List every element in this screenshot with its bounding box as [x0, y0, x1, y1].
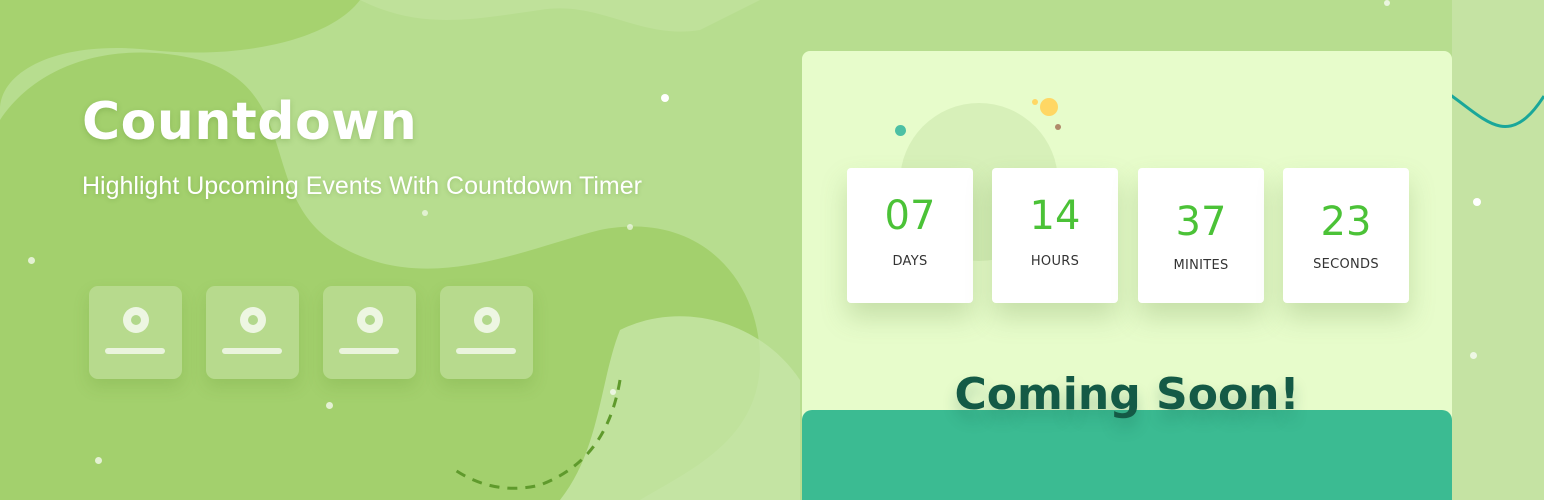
timer-days: 07 DAYS — [847, 168, 973, 303]
placeholder-line — [105, 348, 165, 354]
placeholder-box — [206, 286, 299, 379]
decor-dot — [1473, 198, 1481, 206]
timer-seconds-label: SECONDS — [1313, 257, 1379, 272]
confetti-dots-icon — [895, 125, 906, 136]
confetti-dots-icon — [1055, 124, 1061, 130]
timer-seconds: 23 SECONDS — [1283, 168, 1409, 303]
avatar-circle-icon — [474, 307, 500, 333]
confetti-dots-icon — [1040, 98, 1058, 116]
decor-dot — [1470, 352, 1477, 359]
timer-hours: 14 HOURS — [992, 168, 1118, 303]
decor-dot — [95, 457, 102, 464]
avatar-circle-icon — [357, 307, 383, 333]
avatar-circle-icon — [123, 307, 149, 333]
timer-minutes-value: 37 — [1175, 199, 1227, 245]
timer-days-value: 07 — [884, 193, 936, 239]
decor-dot — [610, 389, 616, 395]
panel-footer — [802, 410, 1452, 500]
confetti-dots-icon — [1032, 99, 1038, 105]
decor-dot — [1384, 0, 1390, 6]
timer-minutes-label: MINITES — [1173, 258, 1229, 273]
decor-dot — [326, 402, 333, 409]
avatar-circle-icon — [240, 307, 266, 333]
timer-minutes: 37 MINITES — [1138, 168, 1264, 303]
decor-dot — [627, 224, 633, 230]
placeholder-box — [323, 286, 416, 379]
placeholder-box — [89, 286, 182, 379]
hero-title: Countdown — [82, 92, 418, 152]
timer-days-label: DAYS — [892, 254, 928, 269]
placeholder-line — [222, 348, 282, 354]
timer-hours-label: HOURS — [1030, 254, 1080, 269]
decor-dot — [422, 210, 428, 216]
placeholder-line — [339, 348, 399, 354]
placeholder-line — [456, 348, 516, 354]
timer-hours-value: 14 — [1029, 193, 1081, 239]
placeholder-boxes — [89, 286, 533, 379]
placeholder-box — [440, 286, 533, 379]
decor-dot — [28, 257, 35, 264]
timer-seconds-value: 23 — [1320, 199, 1372, 245]
decor-dot — [661, 94, 669, 102]
coming-soon-headline: Coming Soon! — [954, 369, 1300, 420]
countdown-panel: 07 DAYS 14 HOURS 37 MINITES 23 SECONDS C… — [802, 51, 1452, 500]
hero-subtitle: Highlight Upcoming Events With Countdown… — [82, 172, 642, 200]
